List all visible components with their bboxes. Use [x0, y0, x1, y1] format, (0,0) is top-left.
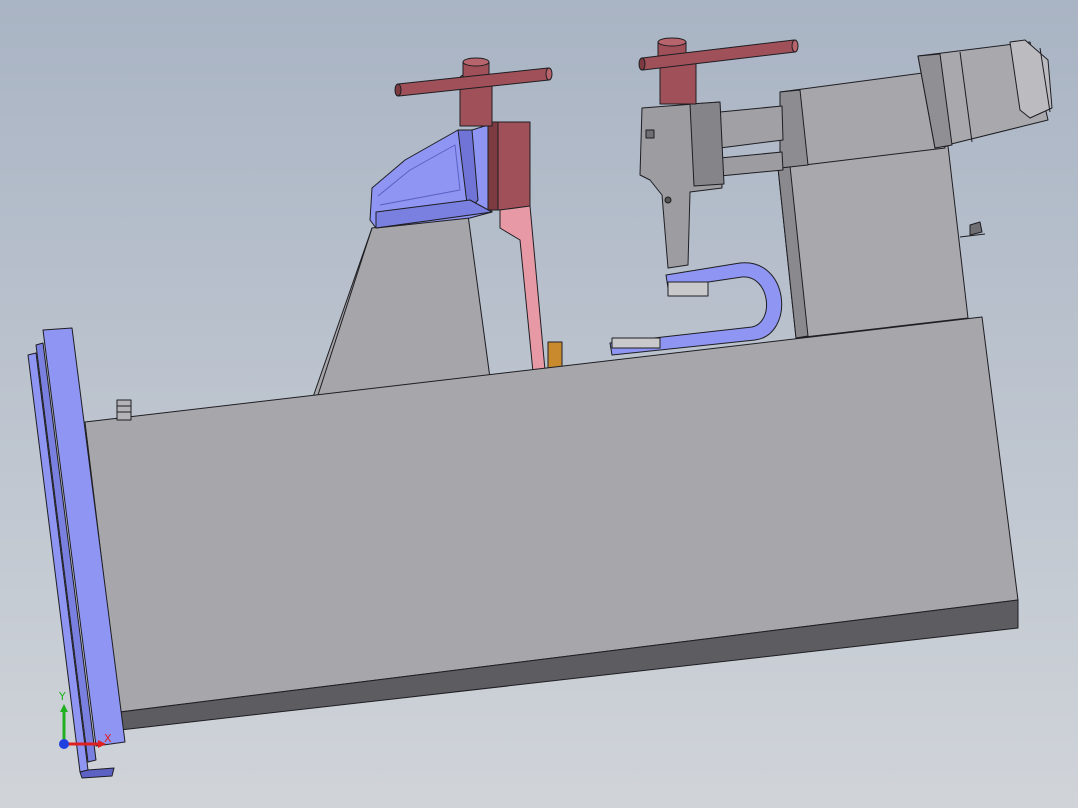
guide-rods[interactable] — [719, 105, 784, 177]
model-view[interactable]: X Y — [0, 0, 1078, 808]
orange-tab[interactable] — [547, 341, 563, 369]
triad-y-label: Y — [58, 690, 66, 703]
base-fitting[interactable] — [116, 399, 132, 421]
cad-graphics-viewport[interactable]: X Y — [0, 0, 1078, 808]
triad-x-label: X — [104, 732, 112, 745]
